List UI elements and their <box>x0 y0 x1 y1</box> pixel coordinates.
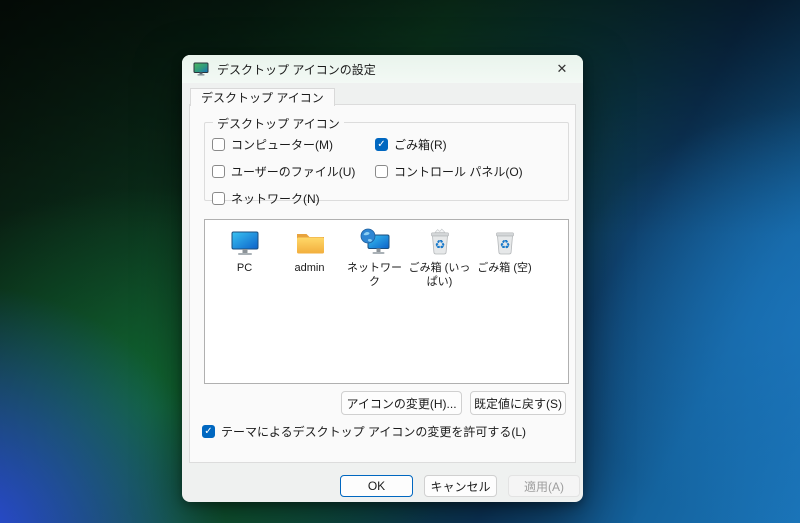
change-icon-button-label: アイコンの変更(H)... <box>346 396 457 411</box>
cancel-button-label: キャンセル <box>430 479 491 494</box>
apply-button[interactable]: 適用(A) <box>508 475 580 497</box>
desktop-icons-groupbox: デスクトップ アイコン コンピューター(M) ごみ箱(R) ユーザーのファイル(… <box>204 115 569 206</box>
ok-button[interactable]: OK <box>340 475 413 497</box>
checkbox-user-files-label: ユーザーのファイル(U) <box>231 165 356 179</box>
checkbox-recycle-bin-box[interactable] <box>375 138 388 151</box>
list-item-recycle-bin-full[interactable]: ♻ ごみ箱 (いっぱい) <box>408 227 471 290</box>
list-item-label: PC <box>236 262 253 274</box>
checkbox-computer[interactable]: コンピューター(M) <box>212 136 375 153</box>
folder-icon <box>294 227 326 259</box>
close-icon[interactable]: ✕ <box>545 57 579 81</box>
desktop-icon-settings-dialog: デスクトップ アイコンの設定 ✕ デスクトップ アイコン デスクトップ アイコン… <box>182 55 583 502</box>
tab-desktop-icons[interactable]: デスクトップ アイコン <box>190 88 335 106</box>
checkbox-grid: コンピューター(M) ごみ箱(R) ユーザーのファイル(U) コントロール パネ… <box>205 123 568 207</box>
allow-theme-change-box[interactable] <box>202 425 215 438</box>
svg-text:♻: ♻ <box>499 238 510 252</box>
titlebar[interactable]: デスクトップ アイコンの設定 ✕ <box>182 55 583 83</box>
checkbox-network-label: ネットワーク(N) <box>231 192 320 206</box>
list-item-label: admin <box>294 262 325 274</box>
change-icon-button[interactable]: アイコンの変更(H)... <box>341 391 462 415</box>
checkbox-network-box[interactable] <box>212 192 225 205</box>
checkbox-computer-box[interactable] <box>212 138 225 151</box>
checkbox-recycle-bin-label: ごみ箱(R) <box>394 138 447 152</box>
window-icon <box>193 61 209 77</box>
list-item-recycle-bin-empty[interactable]: ♻ ごみ箱 (空) <box>473 227 536 275</box>
pc-icon <box>229 227 261 259</box>
checkbox-control-panel-label: コントロール パネル(O) <box>394 165 523 179</box>
allow-theme-change-label: テーマによるデスクトップ アイコンの変更を許可する(L) <box>221 425 527 439</box>
recycle-bin-full-icon: ♻ <box>424 227 456 259</box>
apply-button-label: 適用(A) <box>524 479 564 494</box>
tab-label: デスクトップ アイコン <box>201 91 324 105</box>
checkbox-network[interactable]: ネットワーク(N) <box>212 190 375 207</box>
ok-button-label: OK <box>367 479 386 493</box>
icon-preview-list[interactable]: PC admin ネットワーク ♻ ごみ箱 (いっぱい) ♻ ごみ箱 (空) <box>204 219 569 384</box>
checkbox-computer-label: コンピューター(M) <box>231 138 333 152</box>
checkbox-control-panel-box[interactable] <box>375 165 388 178</box>
tab-page: デスクトップ アイコン コンピューター(M) ごみ箱(R) ユーザーのファイル(… <box>189 104 576 463</box>
checkbox-control-panel[interactable]: コントロール パネル(O) <box>375 163 568 180</box>
list-item-label: ネットワーク <box>347 262 402 289</box>
restore-default-button[interactable]: 既定値に戻す(S) <box>470 391 566 415</box>
recycle-bin-empty-icon: ♻ <box>489 227 521 259</box>
list-item-label: ごみ箱 (空) <box>477 262 532 274</box>
list-item-label: ごみ箱 (いっぱい) <box>408 262 471 289</box>
checkbox-user-files-box[interactable] <box>212 165 225 178</box>
cancel-button[interactable]: キャンセル <box>424 475 497 497</box>
svg-text:♻: ♻ <box>434 238 445 252</box>
restore-default-button-label: 既定値に戻す(S) <box>474 396 562 411</box>
network-icon <box>359 227 391 259</box>
groupbox-label: デスクトップ アイコン <box>213 115 344 132</box>
checkbox-user-files[interactable]: ユーザーのファイル(U) <box>212 163 375 180</box>
checkbox-recycle-bin[interactable]: ごみ箱(R) <box>375 136 568 153</box>
list-item-admin[interactable]: admin <box>278 227 341 275</box>
list-item-pc[interactable]: PC <box>213 227 276 275</box>
list-item-network[interactable]: ネットワーク <box>343 227 406 290</box>
allow-theme-change-checkbox[interactable]: テーマによるデスクトップ アイコンの変更を許可する(L) <box>202 423 526 440</box>
window-title: デスクトップ アイコンの設定 <box>217 62 376 77</box>
